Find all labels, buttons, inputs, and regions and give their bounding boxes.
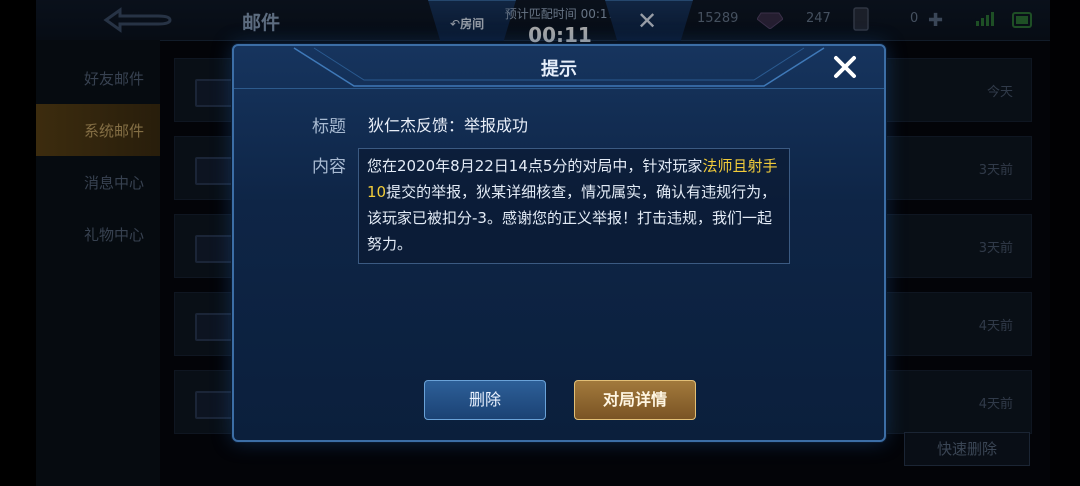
- delete-button[interactable]: 删除: [424, 380, 546, 420]
- subject-value: 狄仁杰反馈：举报成功: [368, 116, 529, 135]
- content-box: 您在2020年8月22日14点5分的对局中，针对玩家法师且射手10提交的举报，狄…: [358, 148, 790, 264]
- content-label: 内容: [312, 157, 346, 177]
- content-text-part2: 提交的举报，狄某详细核查，情况属实，确认有违规行为，该玩家已被扣分-3。感谢您的…: [367, 183, 777, 253]
- mail-detail-dialog: 提示 标题 狄仁杰反馈：举报成功 内容 您在2020年8月22日14点5分的对局…: [232, 44, 886, 442]
- match-detail-button[interactable]: 对局详情: [574, 380, 696, 420]
- subject-label: 标题: [312, 117, 346, 137]
- dialog-title: 提示: [541, 59, 577, 80]
- dialog-header: 提示: [234, 46, 884, 89]
- content-text-part1: 您在2020年8月22日14点5分的对局中，针对玩家: [367, 157, 703, 175]
- close-icon: [834, 56, 856, 78]
- dialog-close-button[interactable]: [830, 52, 860, 82]
